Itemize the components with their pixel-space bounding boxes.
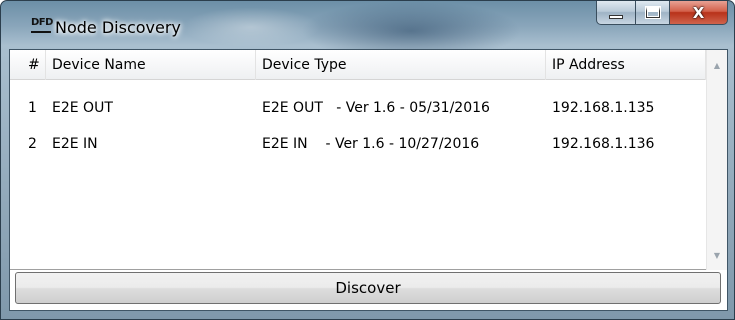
device-name-cell: E2E IN <box>52 136 98 152</box>
vertical-scrollbar[interactable]: ▲ ▼ <box>706 50 727 270</box>
minimize-button[interactable] <box>596 1 636 25</box>
column-header-device-type[interactable]: Device Type <box>256 50 546 80</box>
table-row[interactable]: 2 E2E IN E2E IN - Ver 1.6 - 10/27/2016 1… <box>10 132 706 156</box>
device-type-cell: E2E IN - Ver 1.6 - 10/27/2016 <box>262 136 480 152</box>
row-number: 1 <box>28 100 37 116</box>
column-header-number[interactable]: # <box>10 50 46 80</box>
table-row[interactable]: 1 E2E OUT E2E OUT - Ver 1.6 - 05/31/2016… <box>10 96 706 120</box>
title-bar[interactable]: DFD Node Discovery X <box>1 1 734 51</box>
list-header: # Device Name Device Type IP Address <box>10 50 706 80</box>
maximize-icon <box>644 6 661 19</box>
minimize-icon <box>609 14 623 19</box>
row-number: 2 <box>28 136 37 152</box>
node-discovery-window: DFD Node Discovery X # Device Name Devic… <box>0 0 735 320</box>
client-area: # Device Name Device Type IP Address 1 E… <box>9 49 728 311</box>
column-header-device-name[interactable]: Device Name <box>46 50 256 80</box>
device-name-cell: E2E OUT <box>52 100 113 116</box>
discover-button[interactable]: Discover <box>15 272 721 304</box>
scroll-down-arrow-icon[interactable]: ▼ <box>707 246 727 264</box>
app-logo-icon: DFD <box>31 17 53 33</box>
ip-address-cell: 192.168.1.135 <box>552 100 655 116</box>
close-button[interactable]: X <box>670 1 728 25</box>
window-title: Node Discovery <box>55 18 181 37</box>
device-list[interactable]: # Device Name Device Type IP Address 1 E… <box>10 50 727 270</box>
maximize-button[interactable] <box>636 1 670 25</box>
scroll-up-arrow-icon[interactable]: ▲ <box>707 56 727 74</box>
ip-address-cell: 192.168.1.136 <box>552 136 655 152</box>
column-header-ip-address[interactable]: IP Address <box>546 50 706 80</box>
close-icon: X <box>692 3 705 22</box>
caption-buttons: X <box>596 1 728 25</box>
device-type-cell: E2E OUT - Ver 1.6 - 05/31/2016 <box>262 100 490 116</box>
